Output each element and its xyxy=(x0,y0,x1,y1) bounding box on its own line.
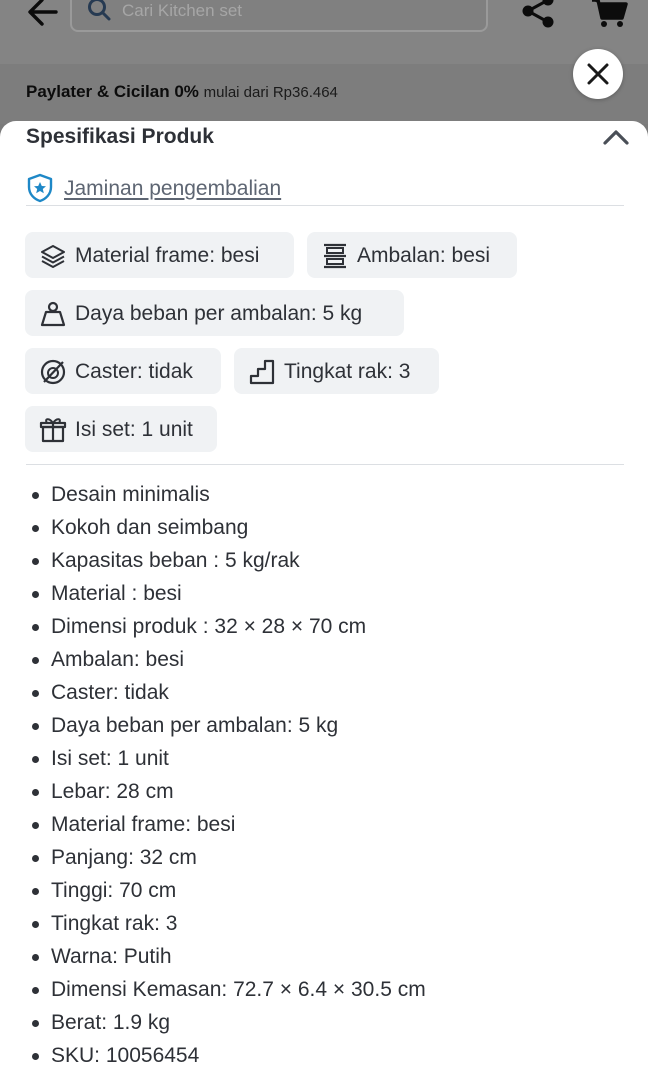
chip-label: Material frame: besi xyxy=(75,244,260,267)
close-button[interactable] xyxy=(573,49,623,99)
list-item: Caster: tidak xyxy=(30,676,620,709)
search-icon xyxy=(88,0,111,21)
list-item: Material frame: besi xyxy=(30,808,620,841)
list-item: Desain minimalis xyxy=(30,478,620,511)
cart-icon xyxy=(592,0,628,27)
guarantee-label: Jaminan pengembalian xyxy=(64,177,282,200)
chip-material-frame: Material frame: besi xyxy=(25,232,294,278)
list-item: Dimensi Kemasan: 72.7 × 6.4 × 30.5 cm xyxy=(30,973,620,1006)
share-icon xyxy=(522,0,554,28)
paylater-banner[interactable]: Paylater & Cicilan 0% mulai dari Rp36.46… xyxy=(0,64,648,124)
close-icon xyxy=(587,63,609,85)
list-item: Tinggi: 70 cm xyxy=(30,874,620,907)
chip-tingkat-rak: Tingkat rak: 3 xyxy=(234,348,439,394)
list-item: Dimensi produk : 32 × 28 × 70 cm xyxy=(30,610,620,643)
paylater-title: Paylater & Cicilan 0% xyxy=(26,82,199,101)
chip-label: Isi set: 1 unit xyxy=(75,418,193,441)
list-item: Berat: 1.9 kg xyxy=(30,1006,620,1039)
no-caster-icon xyxy=(40,359,66,385)
spec-list: Desain minimalis Kokoh dan seimbang Kapa… xyxy=(30,478,620,1072)
sheet-title: Spesifikasi Produk xyxy=(26,125,214,148)
spec-sheet: Spesifikasi Produk Jaminan pengembalian … xyxy=(0,121,648,1080)
weight-icon xyxy=(40,301,66,327)
chip-ambalan: Ambalan: besi xyxy=(307,232,517,278)
layers-icon xyxy=(41,245,65,268)
share-button[interactable] xyxy=(518,0,558,30)
paylater-text: Paylater & Cicilan 0% mulai dari Rp36.46… xyxy=(26,82,338,102)
chip-isi-set: Isi set: 1 unit xyxy=(25,406,217,452)
chip-label: Daya beban per ambalan: 5 kg xyxy=(75,302,363,325)
list-item: Isi set: 1 unit xyxy=(30,742,620,775)
chip-daya-beban: Daya beban per ambalan: 5 kg xyxy=(25,290,404,336)
back-button[interactable] xyxy=(26,0,66,30)
list-item: Lebar: 28 cm xyxy=(30,775,620,808)
box-icon xyxy=(39,418,67,443)
chip-label: Ambalan: besi xyxy=(357,244,491,267)
shield-star-icon xyxy=(27,173,53,203)
list-item: Kokoh dan seimbang xyxy=(30,511,620,544)
top-bar: Cari Kitchen set xyxy=(0,0,648,64)
divider xyxy=(26,205,624,206)
chip-caster: Caster: tidak xyxy=(25,348,221,394)
list-item: Ambalan: besi xyxy=(30,643,620,676)
list-item: Daya beban per ambalan: 5 kg xyxy=(30,709,620,742)
chevron-up-icon xyxy=(603,130,629,145)
search-placeholder: Cari Kitchen set xyxy=(122,1,242,20)
list-item: Material : besi xyxy=(30,577,620,610)
shelf-icon xyxy=(324,243,346,269)
search-input[interactable]: Cari Kitchen set xyxy=(70,0,488,32)
list-item: Kapasitas beban : 5 kg/rak xyxy=(30,544,620,577)
list-item: Warna: Putih xyxy=(30,940,620,973)
chip-label: Tingkat rak: 3 xyxy=(284,360,411,383)
collapse-button[interactable] xyxy=(600,123,632,151)
list-item: SKU: 10056454 xyxy=(30,1039,620,1072)
list-item: Tingkat rak: 3 xyxy=(30,907,620,940)
stairs-icon xyxy=(249,359,275,385)
list-item: Panjang: 32 cm xyxy=(30,841,620,874)
paylater-subtitle: mulai dari Rp36.464 xyxy=(203,84,338,101)
divider xyxy=(26,464,624,465)
chip-label: Caster: tidak xyxy=(75,360,193,383)
cart-button[interactable] xyxy=(590,0,630,28)
arrow-left-icon xyxy=(28,0,58,26)
